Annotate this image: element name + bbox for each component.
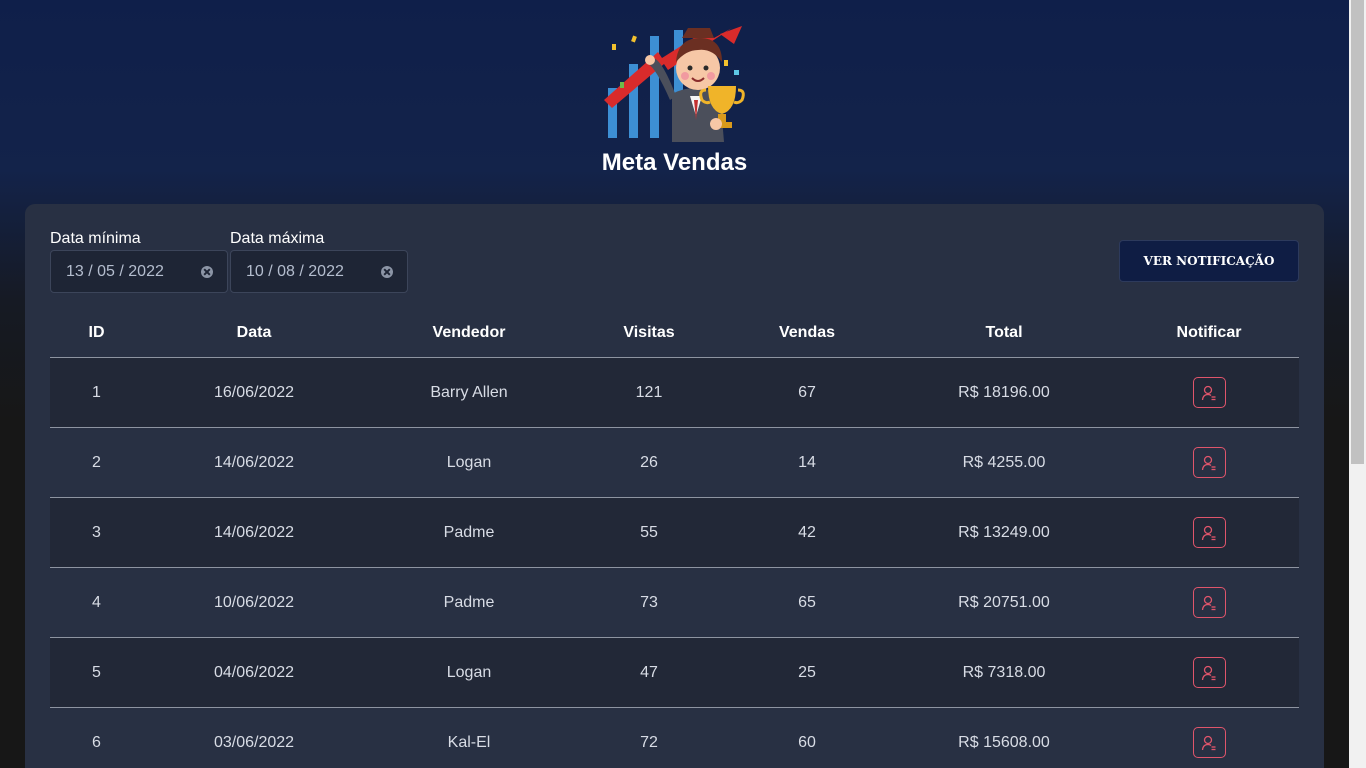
page-title: Meta Vendas (601, 149, 748, 176)
column-header: Visitas (573, 308, 725, 358)
cell-total: R$ 13249.00 (889, 497, 1119, 568)
cell-date: 14/06/2022 (143, 427, 365, 498)
cell-date: 04/06/2022 (143, 637, 365, 708)
max-date-label: Data máxima (230, 230, 325, 247)
cell-seller: Padme (365, 497, 573, 568)
table-row: 2 14/06/2022 Logan 26 14 R$ 4255.00 (50, 427, 1299, 498)
max-date-value: 10 / 08 / 2022 (246, 262, 344, 280)
max-date-input[interactable]: 10 / 08 / 2022 (230, 250, 408, 293)
table-row: 3 14/06/2022 Padme 55 42 R$ 13249.00 (50, 497, 1299, 568)
notify-button[interactable] (1192, 587, 1226, 618)
cell-seller: Logan (365, 427, 573, 498)
cell-notify (1119, 707, 1299, 768)
table-row: 4 10/06/2022 Padme 73 65 R$ 20751.00 (50, 567, 1299, 638)
table-row: 1 16/06/2022 Barry Allen 121 67 R$ 18196.00 (50, 357, 1299, 428)
cell-id: 4 (50, 567, 143, 638)
cell-notify (1119, 427, 1299, 498)
cell-date: 10/06/2022 (143, 567, 365, 638)
cell-id: 5 (50, 637, 143, 708)
cell-date: 14/06/2022 (143, 497, 365, 568)
cell-notify (1119, 567, 1299, 638)
scrollbar-thumb[interactable] (1351, 0, 1364, 464)
cell-total: R$ 15608.00 (889, 707, 1119, 768)
column-header: Data (143, 308, 365, 358)
cell-visits: 55 (573, 497, 725, 568)
cell-visits: 26 (573, 427, 725, 498)
cell-sales: 14 (725, 427, 889, 498)
cell-id: 3 (50, 497, 143, 568)
clear-icon[interactable] (201, 266, 213, 278)
cell-sales: 65 (725, 567, 889, 638)
cell-visits: 72 (573, 707, 725, 768)
clear-icon[interactable] (381, 266, 393, 278)
sales-trophy-mascot-logo (604, 26, 745, 142)
column-header: Total (889, 308, 1119, 358)
min-date-value: 13 / 05 / 2022 (66, 262, 164, 280)
notify-button[interactable] (1192, 727, 1226, 758)
view-notification-button[interactable]: VER NOTIFICAÇÃO (1119, 240, 1299, 282)
vertical-scrollbar[interactable] (1349, 0, 1366, 768)
page: Meta Vendas Data mínima 13 / 05 / 2022 D… (0, 0, 1349, 768)
cell-seller: Kal-El (365, 707, 573, 768)
column-header: Vendedor (365, 308, 573, 358)
cell-total: R$ 7318.00 (889, 637, 1119, 708)
user-notify-icon (1201, 455, 1216, 470)
min-date-input[interactable]: 13 / 05 / 2022 (50, 250, 228, 293)
notify-button[interactable] (1192, 657, 1226, 688)
max-date-filter: Data máxima 10 / 08 / 2022 (230, 230, 408, 293)
cell-total: R$ 18196.00 (889, 357, 1119, 428)
min-date-label: Data mínima (50, 230, 141, 247)
notify-button[interactable] (1192, 447, 1226, 478)
cell-visits: 73 (573, 567, 725, 638)
cell-seller: Logan (365, 637, 573, 708)
cell-visits: 47 (573, 637, 725, 708)
cell-visits: 121 (573, 357, 725, 428)
min-date-filter: Data mínima 13 / 05 / 2022 (50, 230, 228, 293)
cell-id: 2 (50, 427, 143, 498)
notify-button[interactable] (1192, 377, 1226, 408)
user-notify-icon (1201, 525, 1216, 540)
cell-total: R$ 4255.00 (889, 427, 1119, 498)
cell-notify (1119, 497, 1299, 568)
cell-notify (1119, 357, 1299, 428)
user-notify-icon (1201, 665, 1216, 680)
table-row: 6 03/06/2022 Kal-El 72 60 R$ 15608.00 (50, 707, 1299, 768)
sales-table: ID Data Vendedor Visitas Vendas Total No… (50, 308, 1299, 768)
cell-seller: Padme (365, 567, 573, 638)
header: Meta Vendas (0, 0, 1349, 200)
notify-button[interactable] (1192, 517, 1226, 548)
cell-sales: 60 (725, 707, 889, 768)
cell-seller: Barry Allen (365, 357, 573, 428)
cell-date: 03/06/2022 (143, 707, 365, 768)
cell-sales: 42 (725, 497, 889, 568)
user-notify-icon (1201, 385, 1216, 400)
cell-id: 1 (50, 357, 143, 428)
cell-sales: 67 (725, 357, 889, 428)
user-notify-icon (1201, 735, 1216, 750)
cell-total: R$ 20751.00 (889, 567, 1119, 638)
column-header: ID (50, 308, 143, 358)
table-row: 5 04/06/2022 Logan 47 25 R$ 7318.00 (50, 637, 1299, 708)
column-header: Vendas (725, 308, 889, 358)
cell-date: 16/06/2022 (143, 357, 365, 428)
cell-sales: 25 (725, 637, 889, 708)
sales-card: Data mínima 13 / 05 / 2022 Data máxima 1… (25, 204, 1324, 768)
cell-notify (1119, 637, 1299, 708)
table-header-row: ID Data Vendedor Visitas Vendas Total No… (50, 308, 1299, 358)
user-notify-icon (1201, 595, 1216, 610)
cell-id: 6 (50, 707, 143, 768)
column-header: Notificar (1119, 308, 1299, 358)
